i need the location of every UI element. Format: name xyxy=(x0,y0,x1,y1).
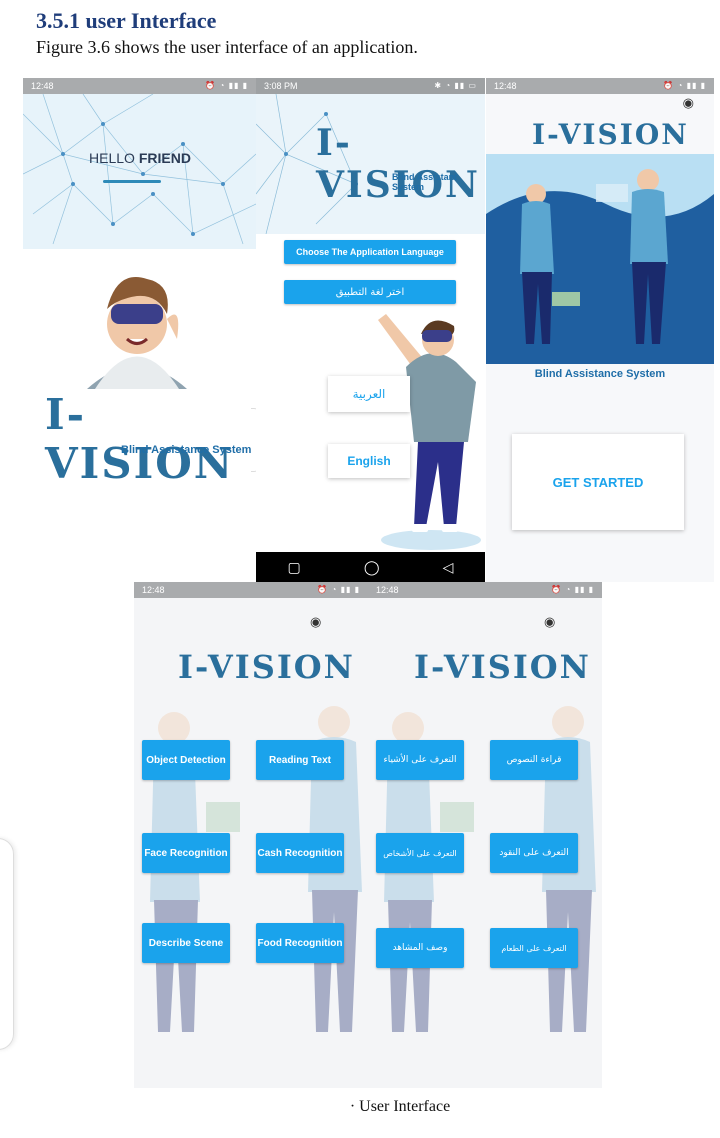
status-bar: 12:48 ⏰ ◔ ▮▮ ▮ xyxy=(368,582,602,598)
greeting-hello: HELLO xyxy=(89,150,135,166)
status-icons: ⏰ ◔ ▮▮ ▮ xyxy=(551,585,594,594)
status-icons: ⏰ ◔ ▮▮ ▮ xyxy=(663,81,706,90)
page-edge-shadow xyxy=(0,838,14,1050)
status-icons: ⏰ ◔ ▮▮ ▮ xyxy=(205,81,248,90)
intro-paragraph: Figure 3.6 shows the user interface of a… xyxy=(36,37,418,57)
avatar-illustration xyxy=(87,277,187,389)
greeting-friend: FRIEND xyxy=(138,150,191,166)
status-time: 12:48 xyxy=(142,585,165,595)
status-time: 12:48 xyxy=(31,81,54,91)
object-detection-button[interactable]: Object Detection xyxy=(142,740,230,780)
reading-text-button[interactable]: Reading Text xyxy=(256,740,344,780)
greeting-text: HELLO FRIEND xyxy=(89,150,191,166)
arabic-cash-recognition-button[interactable]: التعرف على النقود xyxy=(490,833,578,873)
arabic-object-detection-button[interactable]: التعرف على الأشياء xyxy=(376,740,464,780)
screen-get-started: 12:48 ⏰ ◔ ▮▮ ▮ ◉ I-VISION Blind Assistan… xyxy=(486,78,714,582)
logo-subtitle: Blind Assistance System xyxy=(121,444,252,456)
cash-recognition-button[interactable]: Cash Recognition xyxy=(256,833,344,873)
eye-icon[interactable]: ◉ xyxy=(544,614,555,630)
eye-icon[interactable]: ◉ xyxy=(683,95,694,111)
arabic-describe-scene-button[interactable]: وصف المشاهد xyxy=(376,928,464,968)
status-time: 3:08 PM xyxy=(264,81,298,91)
logo: I-VISION xyxy=(414,648,591,686)
status-bar: 12:48 ⏰ ◔ ▮▮ ▮ xyxy=(134,582,368,598)
square-icon[interactable]: ▢ xyxy=(288,559,301,576)
tagline: Blind Assistance System xyxy=(534,368,666,380)
arabic-language-button[interactable]: العربية xyxy=(328,376,410,412)
screen-welcome: 12:48 ⏰ ◔ ▮▮ ▮ HELLO FRIEND I-VISION Bli… xyxy=(23,78,256,582)
network-background xyxy=(23,94,256,249)
person-waving-illustration xyxy=(378,314,481,550)
describe-scene-button[interactable]: Describe Scene xyxy=(142,923,230,963)
food-recognition-button[interactable]: Food Recognition xyxy=(256,923,344,963)
english-language-button[interactable]: English xyxy=(328,444,410,478)
arabic-food-recognition-button[interactable]: التعرف على الطعام xyxy=(490,928,578,968)
screen-menu-arabic: 12:48 ⏰ ◔ ▮▮ ▮ ◉ I-VISION التعرف على الأ… xyxy=(368,582,602,1088)
logo-subtitle: Blind Assistant System xyxy=(392,172,458,192)
back-triangle-icon[interactable]: ◁ xyxy=(443,559,454,576)
choose-language-en-button[interactable]: Choose The Application Language xyxy=(284,240,456,264)
arabic-reading-text-button[interactable]: قراءة النصوص xyxy=(490,740,578,780)
status-icons: ⏰ ◔ ▮▮ ▮ xyxy=(317,585,360,594)
greeting-underline xyxy=(103,180,161,183)
figure-caption: · User Interface xyxy=(349,1098,451,1115)
get-started-button[interactable]: GET STARTED xyxy=(512,434,684,530)
screen-menu-english: 12:48 ⏰ ◔ ▮▮ ▮ ◉ I-VISION Object Detecti… xyxy=(134,582,368,1088)
status-bar: 3:08 PM ✱ ◔ ▮▮ ▭ xyxy=(256,78,485,94)
status-bar: 12:48 ⏰ ◔ ▮▮ ▮ xyxy=(486,78,714,94)
logo: I-VISION xyxy=(45,390,235,488)
choose-language-ar-button[interactable]: اختر لغة التطبيق xyxy=(284,280,456,304)
status-time: 12:48 xyxy=(376,585,399,595)
status-bar: 12:48 ⏰ ◔ ▮▮ ▮ xyxy=(23,78,256,94)
screen-language: 3:08 PM ✱ ◔ ▮▮ ▭ I-VISION Blind Assistan… xyxy=(256,78,485,582)
face-recognition-button[interactable]: Face Recognition xyxy=(142,833,230,873)
logo: I-VISION xyxy=(316,122,480,206)
section-heading: 3.5.1 user Interface xyxy=(36,8,217,33)
circle-icon[interactable]: ◯ xyxy=(364,559,380,576)
android-nav-bar: ▢ ◯ ◁ xyxy=(256,552,485,582)
eye-icon[interactable]: ◉ xyxy=(310,614,321,630)
logo: I-VISION xyxy=(532,118,689,151)
assistant-scene-illustration xyxy=(486,154,714,364)
status-icons: ✱ ◔ ▮▮ ▭ xyxy=(434,81,477,90)
logo: I-VISION xyxy=(178,648,355,686)
arabic-face-recognition-button[interactable]: التعرف على الأشخاص xyxy=(376,833,464,873)
status-time: 12:48 xyxy=(494,81,517,91)
